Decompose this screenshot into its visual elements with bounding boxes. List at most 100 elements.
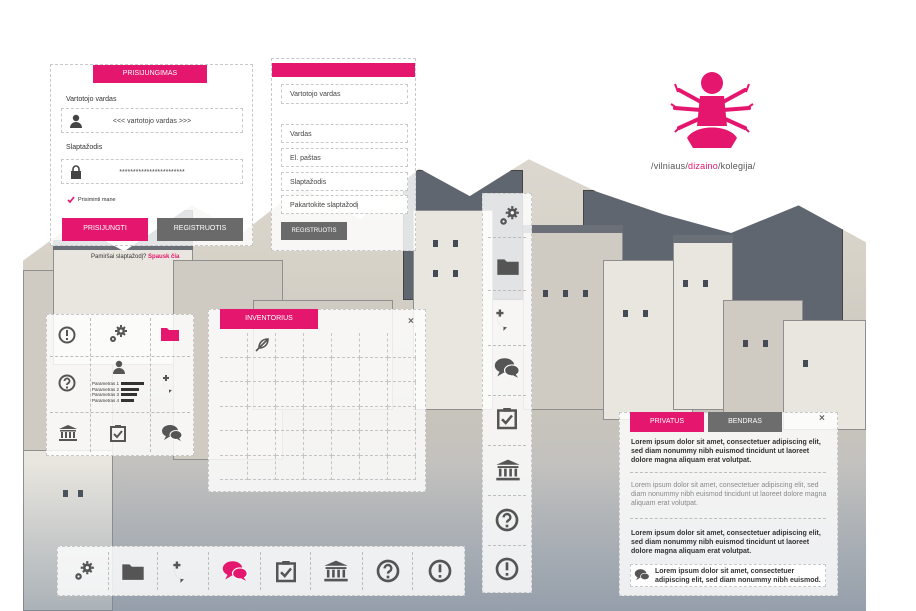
register-button[interactable]: REGISTRUOTIS: [157, 218, 243, 241]
inventory-slot[interactable]: [332, 357, 360, 382]
message-item: Lorem ipsum dolor sit amet, consectetuer…: [631, 530, 821, 555]
inventory-slot[interactable]: [388, 431, 416, 456]
settings-gears-icon[interactable]: [106, 322, 130, 346]
inventory-slot[interactable]: [304, 333, 332, 358]
username-input[interactable]: <<< vartotojo vardas >>>: [61, 108, 243, 133]
inventory-slot[interactable]: [332, 406, 360, 431]
reg-name-input[interactable]: Vardas: [281, 124, 408, 143]
logo-text-part2: dizaino: [688, 161, 718, 171]
message-item: Lorem ipsum dolor sit amet, consectetuer…: [631, 482, 827, 507]
vertical-toolbar: [482, 193, 532, 593]
stat-row: Parametras 4: [92, 398, 144, 404]
inventory-slot[interactable]: [276, 333, 304, 358]
inventory-tab[interactable]: INVENTORIUS: [220, 309, 318, 329]
feather-icon[interactable]: [252, 335, 272, 355]
inventory-slot[interactable]: [360, 455, 388, 480]
login-button[interactable]: PRISIJUNGTI: [62, 218, 148, 241]
bottom-help-icon[interactable]: [374, 557, 402, 585]
reg-repeat-password-input[interactable]: Pakartokite slaptažodį: [281, 195, 408, 214]
inventory-slot[interactable]: [360, 333, 388, 358]
inventory-slot[interactable]: [304, 431, 332, 456]
tab-common[interactable]: BENDRAS: [708, 412, 782, 432]
inventory-slot[interactable]: [220, 406, 248, 431]
inventory-slot[interactable]: [276, 431, 304, 456]
toolbar-folder-icon[interactable]: [494, 255, 522, 277]
inventory-slot[interactable]: [332, 455, 360, 480]
inventory-slot[interactable]: [276, 455, 304, 480]
bottom-alert-icon[interactable]: [426, 557, 454, 585]
inventory-slot[interactable]: [220, 382, 248, 407]
inventory-slot[interactable]: [388, 382, 416, 407]
reg-email-input[interactable]: El. paštas: [281, 148, 408, 167]
bank-icon[interactable]: [56, 422, 80, 444]
stat-bar: [121, 387, 140, 391]
inventory-slot[interactable]: [304, 382, 332, 407]
inventory-slot[interactable]: [332, 431, 360, 456]
inventory-slot[interactable]: [304, 406, 332, 431]
toolbar-bank-icon[interactable]: [494, 457, 522, 483]
toolbar-clipboard-check-icon[interactable]: [496, 405, 518, 431]
message-item: Lorem ipsum dolor sit amet, consectetuer…: [631, 439, 821, 464]
password-input[interactable]: ************************: [61, 159, 243, 184]
help-icon[interactable]: [56, 372, 78, 394]
inventory-slot[interactable]: [220, 431, 248, 456]
inventory-slot[interactable]: [388, 406, 416, 431]
inventory-slot[interactable]: [220, 357, 248, 382]
inventory-slot[interactable]: [388, 357, 416, 382]
alert-icon[interactable]: [56, 324, 78, 346]
inventory-slot[interactable]: [360, 406, 388, 431]
toolbar-alert-icon[interactable]: [494, 556, 520, 582]
bottom-bank-icon[interactable]: [322, 557, 350, 585]
inventory-slot[interactable]: [388, 455, 416, 480]
message-input[interactable]: Lorem ipsum dolor sit amet, consectetuer…: [630, 564, 826, 587]
inventory-slot[interactable]: [276, 357, 304, 382]
folder-icon[interactable]: [159, 324, 181, 344]
inventory-slot[interactable]: [276, 382, 304, 407]
inventory-slot[interactable]: [220, 333, 248, 358]
inventory-slot[interactable]: [332, 382, 360, 407]
inventory-slot[interactable]: [220, 455, 248, 480]
inventory-slot[interactable]: [248, 382, 276, 407]
profile-user-icon[interactable]: [110, 358, 128, 376]
forgot-text: Pamiršai slaptažodį?: [91, 254, 147, 260]
toolbar-add-comment-icon[interactable]: [493, 305, 521, 333]
forgot-password-text: Pamiršai slaptažodį? Spausk čia: [91, 254, 179, 260]
inventory-slot[interactable]: [360, 431, 388, 456]
toolbar-chat-icon[interactable]: [492, 355, 522, 381]
tab-private[interactable]: PRIVATUS: [630, 412, 704, 432]
reg-username-input[interactable]: Vartotojo vardas: [281, 84, 408, 104]
inventory-slot[interactable]: [248, 455, 276, 480]
stat-bar: [121, 393, 138, 397]
bottom-folder-icon[interactable]: [119, 559, 147, 583]
inventory-close-button[interactable]: ×: [408, 316, 414, 327]
bottom-add-comment-icon[interactable]: [169, 556, 199, 586]
inventory-slot[interactable]: [360, 382, 388, 407]
reg-submit-button[interactable]: REGISTRUOTIS: [281, 222, 347, 240]
stat-bar: [121, 398, 135, 402]
chat-icon[interactable]: [160, 422, 184, 444]
inventory-slot[interactable]: [248, 333, 276, 358]
inventory-slot[interactable]: [248, 431, 276, 456]
inventory-slot[interactable]: [276, 406, 304, 431]
inventory-slot[interactable]: [388, 333, 416, 358]
inventory-slot[interactable]: [248, 406, 276, 431]
reg-password-input[interactable]: Slaptažodis: [281, 172, 408, 191]
inventory-slot[interactable]: [304, 455, 332, 480]
toolbar-help-icon[interactable]: [494, 507, 520, 533]
inventory-slot[interactable]: [360, 357, 388, 382]
bottom-clipboard-check-icon[interactable]: [274, 557, 298, 585]
login-tab[interactable]: PRISIJUNGIMAS: [93, 65, 207, 83]
forgot-link[interactable]: Spausk čia: [148, 254, 179, 260]
add-comment-icon[interactable]: [160, 372, 184, 394]
remember-checkbox[interactable]: [67, 196, 75, 204]
toolbar-settings-icon[interactable]: [496, 203, 522, 229]
messages-close-button[interactable]: ×: [819, 413, 825, 424]
clipboard-check-icon[interactable]: [108, 422, 128, 444]
bottom-settings-icon[interactable]: [70, 557, 98, 585]
inventory-slot[interactable]: [332, 333, 360, 358]
logo-figure-icon: [665, 68, 759, 158]
bottom-chat-icon[interactable]: [220, 557, 250, 585]
remember-label: Prisiminti mane: [78, 197, 116, 203]
inventory-slot[interactable]: [248, 357, 276, 382]
inventory-slot[interactable]: [304, 357, 332, 382]
